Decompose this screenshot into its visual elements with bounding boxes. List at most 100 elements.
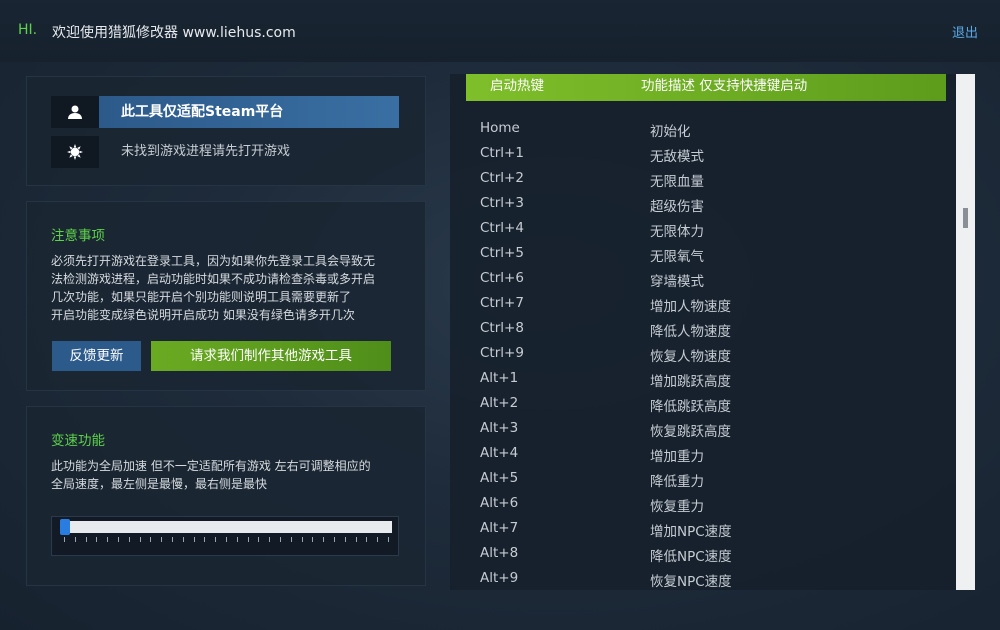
speed-line: 全局速度，最左侧是最慢，最右侧是最快 <box>51 477 268 491</box>
hotkey-row: Ctrl+1 无敌模式 <box>480 141 920 166</box>
slider-tick <box>85 537 87 542</box>
hotkey-description: 恢复重力 <box>650 499 704 515</box>
notes-line: 几次功能，如果只能开启个别功能则说明工具需要更新了 <box>51 290 352 304</box>
speed-panel: 变速功能 此功能为全局加速 但不一定适配所有游戏 左右可调整相应的 全局速度，最… <box>26 406 426 586</box>
slider-tick <box>366 537 368 542</box>
slider-tick <box>74 537 76 542</box>
hotkey-row: Ctrl+9 恢复人物速度 <box>480 341 920 366</box>
hotkey-key: Alt+8 <box>480 545 519 561</box>
hotkey-description: 增加重力 <box>650 449 704 465</box>
hotkey-description: 无敌模式 <box>650 149 704 165</box>
slider-tick <box>96 537 98 542</box>
hotkey-key: Ctrl+4 <box>480 220 524 236</box>
hotkey-row: Ctrl+2 无限血量 <box>480 166 920 191</box>
slider-tick <box>377 537 379 542</box>
slider-tick <box>280 537 281 542</box>
hotkey-row: Home 初始化 <box>480 116 920 141</box>
hotkey-description: 降低重力 <box>650 474 704 490</box>
hotkey-row: Alt+9 恢复NPC速度 <box>480 566 920 590</box>
slider-tick <box>301 537 303 542</box>
hotkey-description: 增加NPC速度 <box>650 524 732 540</box>
hotkey-key: Ctrl+9 <box>480 345 524 361</box>
slider-tick <box>139 537 141 542</box>
hotkey-row: Alt+1 增加跳跃高度 <box>480 366 920 391</box>
slider-tick <box>236 537 238 542</box>
hotkey-description: 恢复NPC速度 <box>650 574 732 590</box>
slider-tick <box>290 537 292 542</box>
slider-tick <box>161 537 163 542</box>
notes-text: 必须先打开游戏在登录工具，因为如果你先登录工具会导致无 法检测游戏进程，启动功能… <box>51 252 411 324</box>
column-header-desc: 功能描述 仅支持快捷键启动 <box>641 78 808 94</box>
slider-ticks <box>64 537 389 543</box>
platform-row: 此工具仅适配Steam平台 <box>51 96 399 128</box>
gear-icon <box>51 136 99 168</box>
hotkey-row: Ctrl+7 增加人物速度 <box>480 291 920 316</box>
slider-tick <box>269 537 271 542</box>
hotkey-key: Alt+6 <box>480 495 519 511</box>
hotkey-description: 初始化 <box>650 124 691 140</box>
slider-tick <box>64 537 65 542</box>
hotkey-description: 超级伤害 <box>650 199 704 215</box>
slider-tick <box>312 537 314 542</box>
hotkey-description: 无限体力 <box>650 224 704 240</box>
hotkey-table-header: 启动热键 功能描述 仅支持快捷键启动 <box>466 74 946 101</box>
hotkey-key: Ctrl+8 <box>480 320 524 336</box>
hotkey-row: Ctrl+6 穿墙模式 <box>480 266 920 291</box>
speed-text: 此功能为全局加速 但不一定适配所有游戏 左右可调整相应的 全局速度，最左侧是最慢… <box>51 457 411 493</box>
slider-tick <box>247 537 249 542</box>
scrollbar-thumb[interactable] <box>963 208 968 228</box>
slider-track[interactable] <box>64 521 392 533</box>
scrollbar[interactable] <box>956 74 975 590</box>
feedback-button[interactable]: 反馈更新 <box>52 341 141 371</box>
hotkey-row: Alt+3 恢复跳跃高度 <box>480 416 920 441</box>
slider-tick <box>388 537 389 542</box>
hotkey-key: Ctrl+1 <box>480 145 524 161</box>
hotkey-description: 恢复跳跃高度 <box>650 424 731 440</box>
slider-tick <box>107 537 109 542</box>
speed-slider[interactable] <box>51 516 399 556</box>
request-tool-button[interactable]: 请求我们制作其他游戏工具 <box>151 341 391 371</box>
hotkey-description: 增加跳跃高度 <box>650 374 731 390</box>
hotkey-row: Alt+7 增加NPC速度 <box>480 516 920 541</box>
hotkey-panel: 启动热键 功能描述 仅支持快捷键启动 Home 初始化 Ctrl+1 无敌模式 Ctrl… <box>450 74 975 590</box>
hotkey-list: Home 初始化 Ctrl+1 无敌模式 Ctrl+2 无限血量 Ctrl+3 超级伤害 Ctr… <box>480 116 920 590</box>
hotkey-key: Ctrl+7 <box>480 295 524 311</box>
notes-title: 注意事项 <box>51 228 105 244</box>
hotkey-key: Ctrl+6 <box>480 270 524 286</box>
hotkey-row: Ctrl+4 无限体力 <box>480 216 920 241</box>
process-row: 未找到游戏进程请先打开游戏 <box>51 136 290 168</box>
hotkey-row: Alt+5 降低重力 <box>480 466 920 491</box>
slider-tick <box>193 537 195 542</box>
slider-tick <box>118 537 119 542</box>
slider-thumb[interactable] <box>60 519 70 535</box>
hotkey-description: 无限氧气 <box>650 249 704 265</box>
hotkey-key: Home <box>480 120 520 136</box>
hotkey-key: Alt+2 <box>480 395 519 411</box>
status-panel: 此工具仅适配Steam平台 未找到游戏进程请先打开游戏 <box>26 76 426 186</box>
slider-tick <box>182 537 184 542</box>
title-bar: HI. 欢迎使用猎狐修改器 www.liehus.com 退出 <box>0 0 1000 62</box>
slider-tick <box>204 537 206 542</box>
hotkey-description: 无限血量 <box>650 174 704 190</box>
greeting: HI. <box>18 22 38 38</box>
slider-tick <box>258 537 260 542</box>
slider-tick <box>215 537 217 542</box>
hotkey-key: Alt+5 <box>480 470 519 486</box>
slider-tick <box>172 537 173 542</box>
logout-link[interactable]: 退出 <box>952 22 978 41</box>
hotkey-description: 增加人物速度 <box>650 299 731 315</box>
hotkey-row: Alt+8 降低NPC速度 <box>480 541 920 566</box>
hotkey-key: Ctrl+2 <box>480 170 524 186</box>
notes-panel: 注意事项 必须先打开游戏在登录工具，因为如果你先登录工具会导致无 法检测游戏进程… <box>26 201 426 391</box>
hotkey-row: Ctrl+8 降低人物速度 <box>480 316 920 341</box>
hotkey-description: 降低人物速度 <box>650 324 731 340</box>
hotkey-key: Alt+9 <box>480 570 519 586</box>
hotkey-row: Ctrl+3 超级伤害 <box>480 191 920 216</box>
hotkey-description: 降低NPC速度 <box>650 549 732 565</box>
slider-tick <box>150 537 152 542</box>
hotkey-key: Ctrl+5 <box>480 245 524 261</box>
notes-line: 必须先打开游戏在登录工具，因为如果你先登录工具会导致无 <box>51 254 376 268</box>
column-header-key: 启动热键 <box>490 78 544 94</box>
slider-tick <box>226 537 227 542</box>
slider-tick <box>344 537 346 542</box>
